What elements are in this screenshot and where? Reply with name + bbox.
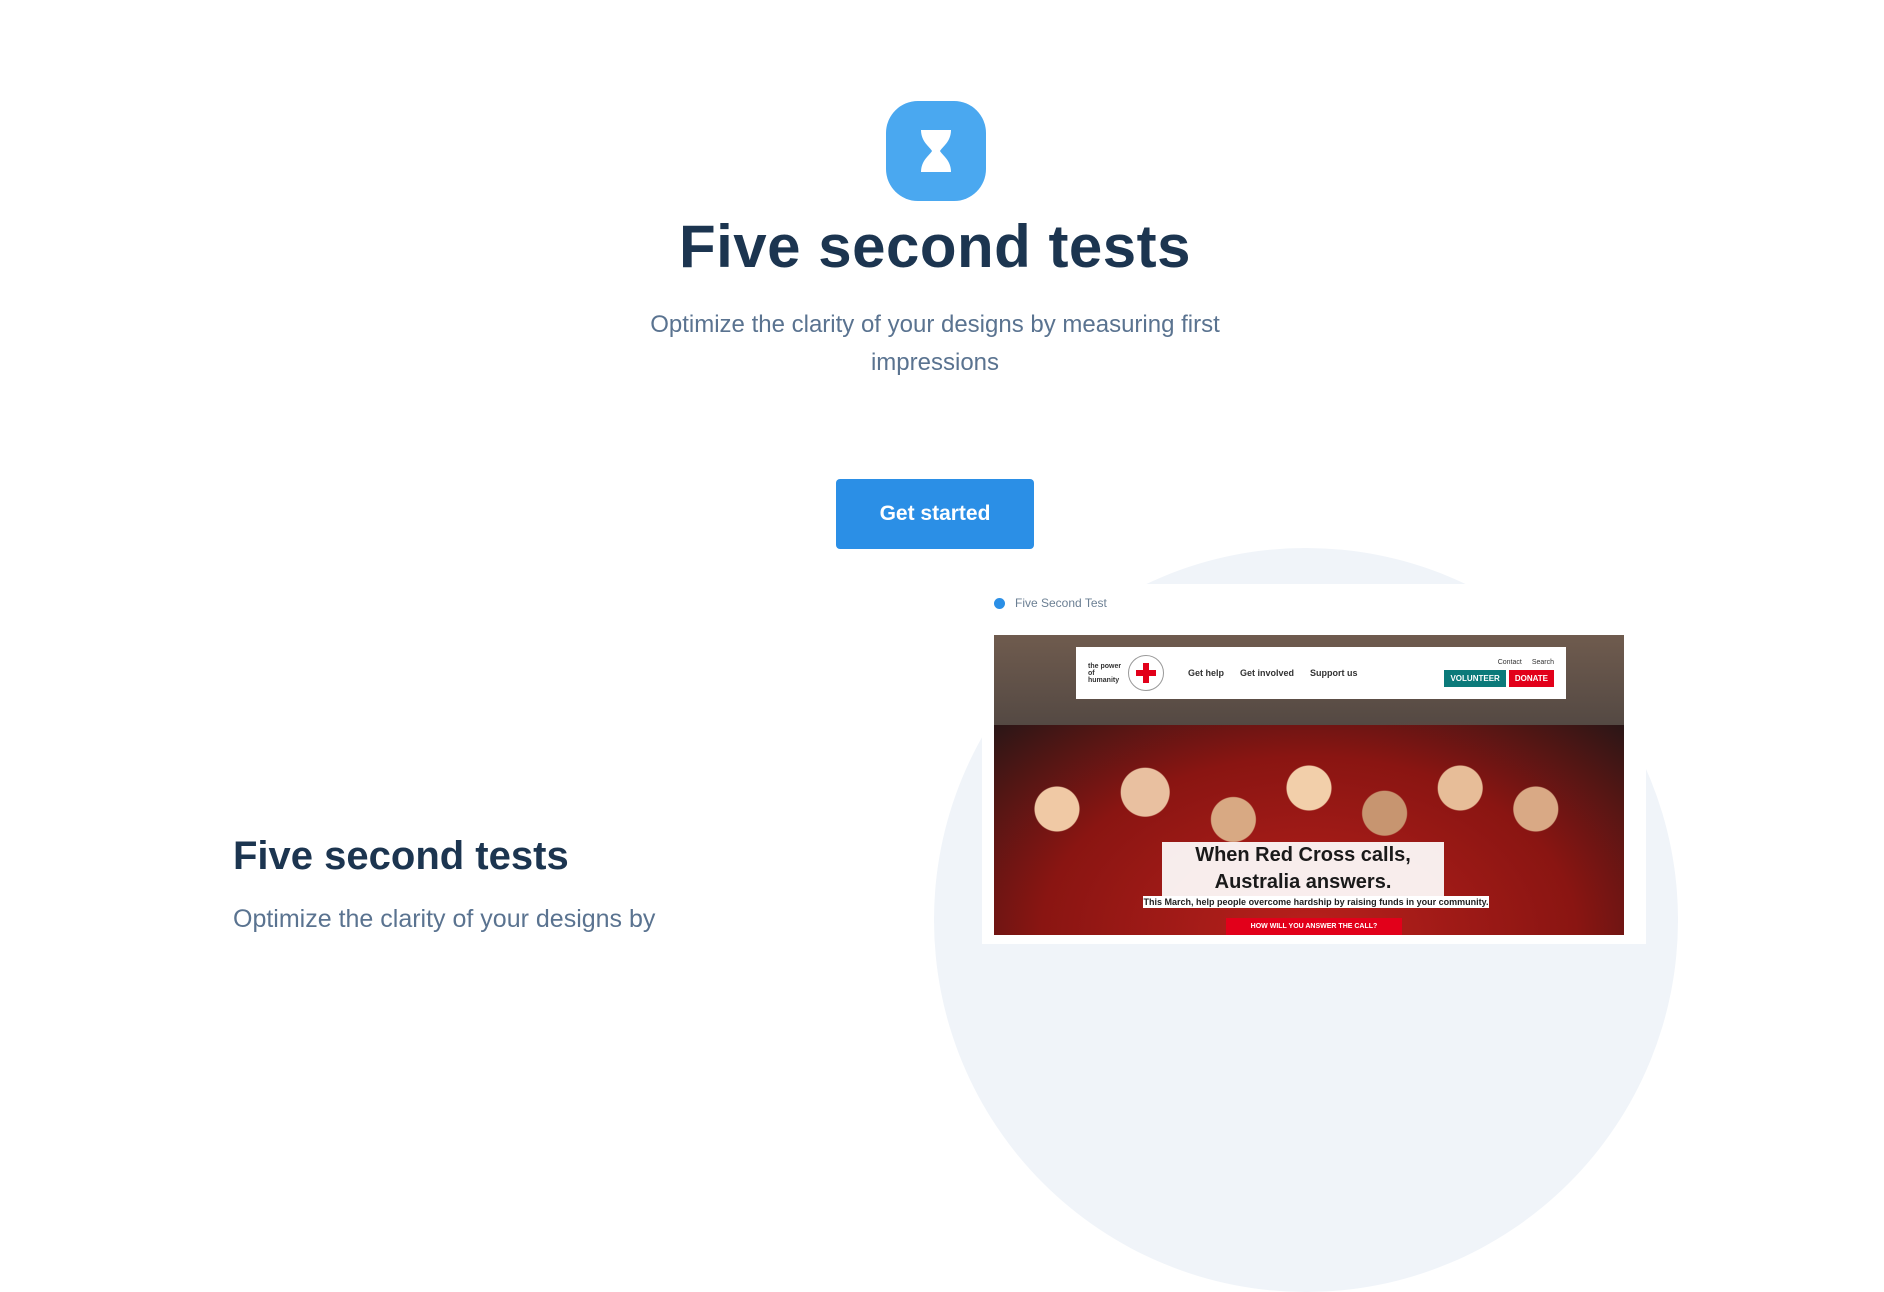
volunteer-badge: VOLUNTEER bbox=[1444, 670, 1506, 687]
site-nav: the power of humanity Get help Get invol… bbox=[1076, 647, 1566, 699]
preview-card: Five Second Test the power of humanity G… bbox=[982, 584, 1646, 944]
page-title: Five second tests bbox=[678, 213, 1192, 280]
site-action-buttons: VOLUNTEER DONATE bbox=[1444, 670, 1554, 687]
site-headline: When Red Cross calls, Australia answers. bbox=[1162, 842, 1444, 896]
nav-link-get-involved: Get involved bbox=[1240, 668, 1295, 678]
red-cross-logo-icon bbox=[1128, 655, 1164, 691]
site-nav-links: Get help Get involved Support us bbox=[1188, 668, 1358, 678]
contact-link: Contact bbox=[1497, 659, 1522, 666]
section-title: Five second tests bbox=[233, 834, 569, 878]
nav-link-get-help: Get help bbox=[1188, 668, 1225, 678]
preview-label: Five Second Test bbox=[1015, 596, 1107, 610]
preview-screenshot: the power of humanity Get help Get invol… bbox=[994, 635, 1624, 935]
site-nav-right: Contact Search VOLUNTEER DONATE bbox=[1444, 659, 1554, 687]
nav-link-support-us: Support us bbox=[1310, 668, 1358, 678]
brand-text: the power of humanity bbox=[1088, 662, 1122, 684]
answer-call-badge: HOW WILL YOU ANSWER THE CALL? bbox=[1226, 918, 1402, 935]
hourglass-icon bbox=[886, 101, 986, 201]
donate-badge: DONATE bbox=[1508, 670, 1554, 687]
get-started-button[interactable]: Get started bbox=[836, 479, 1034, 549]
page-subtitle: Optimize the clarity of your designs by … bbox=[650, 311, 1220, 376]
site-subline: This March, help people overcome hardshi… bbox=[1143, 896, 1489, 908]
section-text: Optimize the clarity of your designs by bbox=[233, 905, 656, 933]
site-top-links: Contact Search bbox=[1498, 659, 1554, 666]
info-dot-icon bbox=[994, 597, 1005, 609]
search-link: Search bbox=[1531, 659, 1554, 666]
preview-header: Five Second Test bbox=[994, 596, 1107, 610]
